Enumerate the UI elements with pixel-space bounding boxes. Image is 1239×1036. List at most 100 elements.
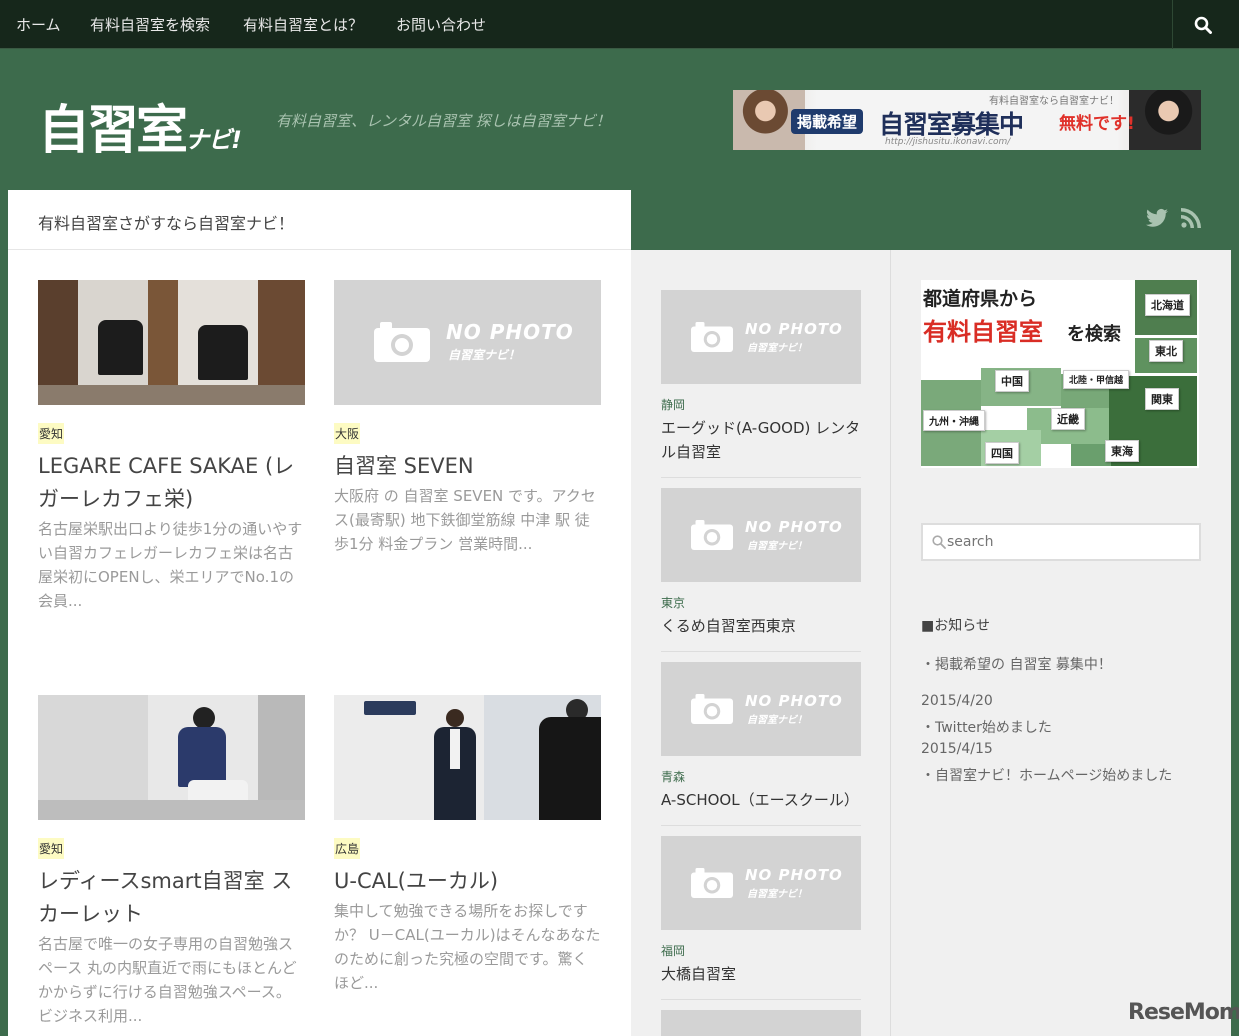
sidebar-post-item[interactable]: NO PHOTO 自習室ナビ！ 東京 くるめ自習室西東京 — [661, 488, 861, 652]
nav-about[interactable]: 有料自習室とは？ — [243, 14, 363, 35]
map-title-line1: 都道府県から — [923, 288, 1038, 310]
banner-main-text: 自習室募集中 — [879, 110, 1024, 139]
main-column: 有料自習室さがすなら自習室ナビ！ 愛知 LEGARE CAFE SAKAE (レ… — [8, 190, 631, 1036]
header-banner-ad[interactable]: 有料自習室なら自習室ナビ！ 掲載希望 自習室募集中 無料です! http://j… — [733, 90, 1201, 150]
camera-icon — [374, 322, 430, 362]
no-photo-text: NO PHOTO — [446, 320, 574, 344]
sidebar-post-item[interactable]: NO PHOTO 自習室ナビ！ 福岡 大橋自習室 — [661, 836, 861, 1000]
sidebar-post-thumbnail[interactable]: NO PHOTO 自習室ナビ！ — [661, 836, 861, 930]
sidebar-post-prefecture[interactable]: 青森 — [661, 768, 685, 785]
sidebar-post-item[interactable]: NO PHOTO 自習室ナビ！ 静岡 エーグッド(A-GOOD) レンタル自習室 — [661, 290, 861, 478]
site-logo[interactable]: 自習室ナビ! — [38, 88, 242, 163]
news-item: ・自習室ナビ！ホームページ始めました — [921, 768, 1173, 784]
search-input[interactable] — [947, 531, 1187, 553]
social-bar — [631, 190, 1231, 250]
news-item: ・掲載希望の 自習室 募集中！ — [921, 657, 1112, 673]
page-heading: 有料自習室さがすなら自習室ナビ！ — [8, 190, 631, 250]
map-title-line3: を検索 — [1067, 324, 1121, 345]
post-thumbnail-office[interactable] — [38, 280, 305, 405]
post-excerpt: 名古屋栄駅出口より徒歩1分の通いやすい自習カフェレガーレカフェ栄は名古屋栄初にO… — [38, 520, 303, 610]
sidebar-post-thumbnail[interactable]: NO PHOTO 自習室ナビ！ — [661, 662, 861, 756]
post-card[interactable]: NO PHOTO 自習室ナビ！ 大阪 自習室 SEVEN 大阪府 の 自習室 S… — [334, 280, 601, 553]
nav-search-button[interactable] — [1172, 0, 1239, 49]
sidebar-search[interactable] — [921, 523, 1201, 561]
sidebar-post-item[interactable]: NO PHOTO 自習室ナビ！ 青森 A-SCHOOL（エースクール） — [661, 662, 861, 826]
content-area: 有料自習室さがすなら自習室ナビ！ 愛知 LEGARE CAFE SAKAE (レ… — [8, 190, 1231, 1036]
post-category[interactable]: 広島 — [334, 838, 361, 859]
sidebar-post-title[interactable]: くるめ自習室西東京 — [661, 614, 861, 638]
no-photo-sub: 自習室ナビ！ — [747, 715, 807, 726]
no-photo-sub: 自習室ナビ！ — [747, 889, 807, 900]
top-navigation: ホーム 有料自習室を検索 有料自習室とは？ お問い合わせ — [0, 0, 1239, 49]
post-title[interactable]: U-CAL(ユーカル) — [334, 865, 601, 898]
divider — [661, 651, 861, 652]
map-label-hokkaido[interactable]: 北海道 — [1145, 294, 1190, 316]
camera-icon — [691, 868, 733, 898]
map-label-hokuriku[interactable]: 北陸・甲信越 — [1063, 370, 1130, 389]
sidebar-post-item[interactable] — [661, 1010, 861, 1036]
post-card[interactable]: 愛知 LEGARE CAFE SAKAE (レガーレカフェ栄) 名古屋栄駅出口よ… — [38, 280, 305, 610]
prefecture-map-widget[interactable]: 都道府県から 有料自習室 を検索 北海道 東北 中国 北陸・甲信越 関東 九州・… — [921, 280, 1199, 468]
resemom-watermark: ReseMom — [1128, 1000, 1239, 1025]
sidebar-post-prefecture[interactable]: 東京 — [661, 594, 685, 611]
post-category[interactable]: 大阪 — [334, 423, 361, 444]
map-label-kyushu[interactable]: 九州・沖縄 — [923, 410, 985, 431]
no-photo-sub: 自習室ナビ！ — [747, 541, 807, 552]
banner-pill: 掲載希望 — [791, 109, 864, 134]
map-label-shikoku[interactable]: 四国 — [985, 442, 1019, 464]
banner-url: http://jishusitu.ikonavi.com/ — [885, 137, 1011, 147]
post-title[interactable]: 自習室 SEVEN — [334, 450, 601, 483]
post-thumbnail-reception[interactable] — [334, 695, 601, 820]
camera-icon — [691, 694, 733, 724]
post-category[interactable]: 愛知 — [38, 838, 65, 859]
no-photo-text: NO PHOTO — [745, 692, 843, 710]
sidebar-post-prefecture[interactable]: 静岡 — [661, 396, 685, 413]
post-title[interactable]: レディースsmart自習室 スカーレット — [38, 865, 305, 931]
sidebar-post-thumbnail[interactable]: NO PHOTO 自習室ナビ！ — [661, 290, 861, 384]
post-excerpt: 集中して勉強できる場所をお探しですか？ U－CAL(ユーカル)はそんなあなたのた… — [334, 902, 601, 992]
banner-woman-right-image — [1129, 90, 1201, 150]
sidebar-post-title[interactable]: 大橋自習室 — [661, 962, 861, 986]
map-title-line2: 有料自習室 — [923, 318, 1043, 346]
logo-main: 自習室 — [38, 101, 188, 161]
camera-icon — [691, 322, 733, 352]
post-card[interactable]: 広島 U-CAL(ユーカル) 集中して勉強できる場所をお探しですか？ U－CAL… — [334, 695, 601, 992]
map-label-tohoku[interactable]: 東北 — [1149, 340, 1183, 362]
post-thumbnail-booth[interactable] — [38, 695, 305, 820]
map-label-chugoku[interactable]: 中国 — [995, 370, 1029, 392]
nav-search-rooms[interactable]: 有料自習室を検索 — [90, 14, 210, 35]
twitter-icon[interactable] — [1146, 208, 1168, 228]
search-icon — [1194, 16, 1212, 34]
post-excerpt: 大阪府 の 自習室 SEVEN です。アクセス(最寄駅) 地下鉄御堂筋線 中津 … — [334, 487, 596, 553]
post-category[interactable]: 愛知 — [38, 423, 65, 444]
nav-contact[interactable]: お問い合わせ — [396, 14, 486, 35]
sidebar-post-thumbnail[interactable] — [661, 1010, 861, 1036]
map-label-kinki[interactable]: 近畿 — [1051, 408, 1085, 430]
post-thumbnail-no-photo[interactable]: NO PHOTO 自習室ナビ！ — [334, 280, 601, 405]
nav-home[interactable]: ホーム — [16, 14, 61, 35]
divider — [661, 477, 861, 478]
sidebar-post-title[interactable]: エーグッド(A-GOOD) レンタル自習室 — [661, 416, 861, 464]
divider — [661, 999, 861, 1000]
rss-icon[interactable] — [1181, 208, 1201, 228]
recent-posts-sidebar: NO PHOTO 自習室ナビ！ 静岡 エーグッド(A-GOOD) レンタル自習室… — [631, 250, 891, 1036]
camera-icon — [691, 520, 733, 550]
no-photo-sub: 自習室ナビ！ — [448, 348, 521, 362]
sidebar-post-title[interactable]: A-SCHOOL（エースクール） — [661, 788, 861, 812]
map-label-tokai[interactable]: 東海 — [1105, 440, 1139, 462]
divider — [661, 825, 861, 826]
no-photo-text: NO PHOTO — [745, 320, 843, 338]
logo-suffix: ナビ! — [185, 126, 242, 154]
post-card[interactable]: 愛知 レディースsmart自習室 スカーレット 名古屋で唯一の女子専用の自習勉強… — [38, 695, 305, 1025]
post-title[interactable]: LEGARE CAFE SAKAE (レガーレカフェ栄) — [38, 450, 305, 516]
no-photo-text: NO PHOTO — [745, 518, 843, 536]
sidebar-post-prefecture[interactable]: 福岡 — [661, 942, 685, 959]
no-photo-text: NO PHOTO — [745, 866, 843, 884]
right-sidebar: 都道府県から 有料自習室 を検索 北海道 東北 中国 北陸・甲信越 関東 九州・… — [892, 250, 1231, 1036]
page-heading-text: 有料自習室さがすなら自習室ナビ！ — [38, 214, 295, 233]
sidebar-post-thumbnail[interactable]: NO PHOTO 自習室ナビ！ — [661, 488, 861, 582]
news-item: ・Twitter始めました — [921, 720, 1052, 736]
news-date: 2015/4/20 — [921, 693, 993, 709]
map-label-kanto[interactable]: 関東 — [1145, 388, 1179, 410]
banner-free-text: 無料です! — [1059, 114, 1135, 134]
